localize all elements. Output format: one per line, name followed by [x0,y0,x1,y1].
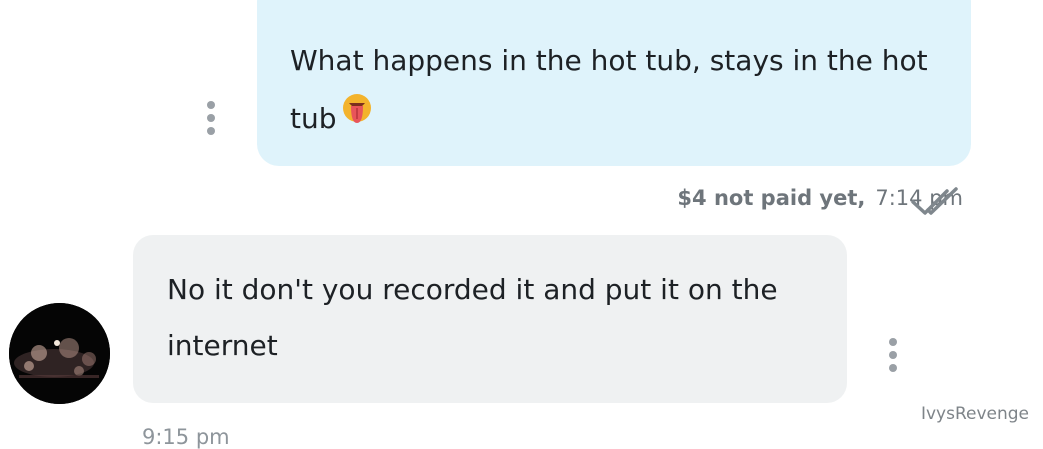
received-message-options-icon[interactable] [888,338,898,377]
sent-message-bubble[interactable]: What happens in the hot tub, stays in th… [257,0,971,166]
watermark: IvysRevenge [920,404,1029,424]
received-time: 9:15 pm [142,425,230,449]
avatar[interactable] [9,303,110,404]
meta-separator: , [857,186,866,210]
received-message-bubble[interactable]: No it don't you recorded it and put it o… [133,235,847,403]
received-message-text: No it don't you recorded it and put it o… [167,273,778,362]
price-status: $4 not paid yet [677,186,858,210]
tongue-emoji-icon [341,88,373,146]
sent-message-options-icon[interactable] [206,101,216,140]
double-check-icon [911,186,965,222]
sent-message-text: What happens in the hot tub, stays in th… [290,44,928,135]
